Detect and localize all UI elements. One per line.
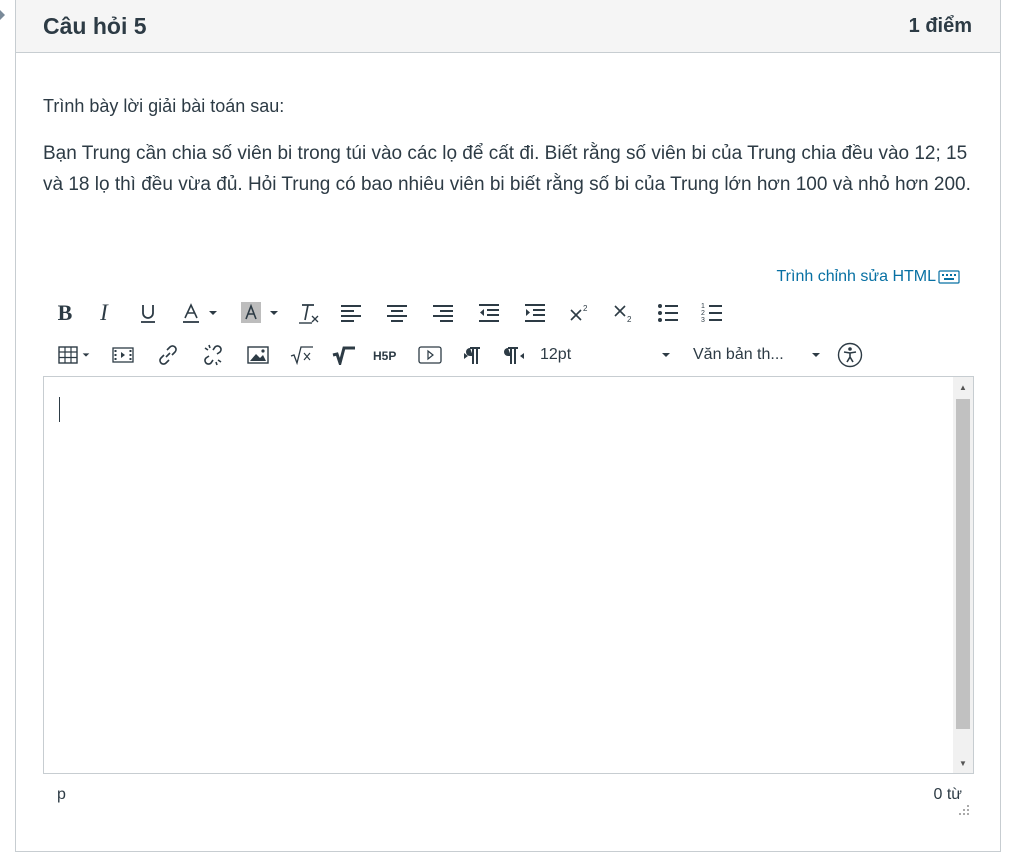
outdent-button[interactable] [466, 298, 512, 328]
chevron-down-icon [82, 353, 89, 357]
text-cursor [59, 397, 60, 422]
question-card: Câu hỏi 5 1 điểm Trình bày lời giải bài … [15, 0, 1001, 852]
h5p-icon: H5P [373, 349, 396, 363]
numbered-list-button[interactable]: 123 [690, 298, 734, 328]
question-title: Câu hỏi 5 [43, 12, 147, 39]
question-header: Câu hỏi 5 1 điểm [16, 0, 1000, 53]
indent-icon [525, 304, 545, 322]
question-points: 1 điểm [908, 14, 972, 37]
align-left-icon [341, 305, 361, 322]
unlink-icon [204, 344, 222, 366]
editor-statusbar: p 0 từ [43, 786, 974, 804]
h5p-button[interactable]: H5P [364, 340, 408, 370]
indent-button[interactable] [512, 298, 558, 328]
scrollbar-thumb[interactable] [956, 399, 970, 729]
film-icon [112, 347, 134, 363]
ltr-button[interactable] [452, 340, 494, 370]
format-select[interactable]: Văn bản th... [680, 340, 830, 370]
radical-icon [332, 346, 355, 365]
italic-button[interactable]: I [82, 298, 126, 328]
question-pointer-icon [0, 10, 5, 20]
bullet-list-icon [658, 304, 678, 322]
svg-text:3: 3 [701, 317, 705, 324]
chevron-down-icon [812, 353, 820, 357]
svg-text:2: 2 [627, 315, 632, 323]
chevron-down-icon [662, 353, 670, 357]
bold-icon: B [57, 300, 73, 325]
numbered-list-icon: 123 [701, 303, 722, 324]
question-problem-text: Bạn Trung cần chia số viên bi trong túi … [43, 143, 971, 195]
question-prompt: Trình bày lời giải bài toán sau: [43, 96, 285, 116]
unlink-button[interactable] [190, 340, 236, 370]
subscript-button[interactable]: 2 [602, 298, 646, 328]
paragraph-ltr-icon [464, 347, 480, 364]
accessibility-checker-button[interactable] [830, 340, 870, 370]
element-path[interactable]: p [57, 786, 66, 804]
svg-text:2: 2 [583, 304, 588, 313]
outdent-icon [479, 304, 499, 322]
accessibility-icon [837, 342, 863, 368]
question-body: Trình bày lời giải bài toán sau: Bạn Tru… [16, 96, 1000, 200]
html-editor-link-label: Trình chỉnh sửa HTML [776, 268, 937, 285]
font-size-value: 12pt [540, 346, 572, 363]
table-button[interactable] [48, 340, 100, 370]
align-right-button[interactable] [420, 298, 466, 328]
square-root-icon [290, 346, 313, 365]
bold-button[interactable]: B [48, 298, 82, 328]
math-editor-button[interactable] [324, 340, 364, 370]
image-button[interactable] [236, 340, 280, 370]
word-count: 0 từ [933, 786, 963, 803]
html-editor-toggle-link[interactable]: Trình chỉnh sửa HTML [777, 268, 961, 286]
scroll-down-icon[interactable]: ▼ [953, 753, 973, 773]
align-right-icon [433, 305, 453, 322]
superscript-button[interactable]: 2 [558, 298, 602, 328]
underline-button[interactable] [126, 298, 170, 328]
highlight-icon [241, 302, 261, 323]
italic-icon: I [100, 300, 108, 325]
background-color-button[interactable] [230, 298, 290, 328]
media-button[interactable] [100, 340, 146, 370]
image-icon [247, 346, 269, 364]
text-color-button[interactable] [170, 298, 230, 328]
chevron-down-icon [270, 311, 278, 315]
font-size-select[interactable]: 12pt [536, 340, 680, 370]
embed-video-button[interactable] [408, 340, 452, 370]
text-color-icon [183, 303, 199, 323]
svg-text:1: 1 [701, 303, 705, 310]
rtl-button[interactable] [494, 340, 536, 370]
keyboard-icon [938, 270, 960, 284]
format-value: Văn bản th... [693, 346, 784, 363]
play-icon [418, 346, 442, 364]
svg-text:2: 2 [701, 310, 705, 317]
clear-formatting-icon [299, 304, 319, 324]
paragraph-rtl-icon [504, 347, 524, 364]
subscript-icon: 2 [614, 305, 632, 323]
link-icon [159, 345, 177, 365]
underline-icon [141, 305, 155, 323]
align-left-button[interactable] [328, 298, 374, 328]
align-center-button[interactable] [374, 298, 420, 328]
clear-formatting-button[interactable] [290, 298, 328, 328]
bullet-list-button[interactable] [646, 298, 690, 328]
editor-toolbar-row-2: H5P 12pt Văn bản th... [48, 340, 870, 370]
scroll-up-icon[interactable]: ▲ [953, 377, 973, 397]
editor-scrollbar[interactable]: ▲ ▼ [953, 377, 973, 773]
editor-toolbar-row-1: B I 2 2 1 2 3 [48, 298, 734, 328]
equation-button[interactable] [280, 340, 324, 370]
resize-handle-icon[interactable] [958, 804, 970, 816]
link-button[interactable] [146, 340, 190, 370]
svg-text:H5P: H5P [373, 349, 396, 363]
superscript-icon: 2 [570, 304, 588, 321]
align-center-icon [387, 305, 407, 322]
chevron-down-icon [209, 311, 217, 315]
rich-text-editor-area[interactable]: ▲ ▼ [43, 376, 974, 774]
table-icon [57, 346, 78, 364]
